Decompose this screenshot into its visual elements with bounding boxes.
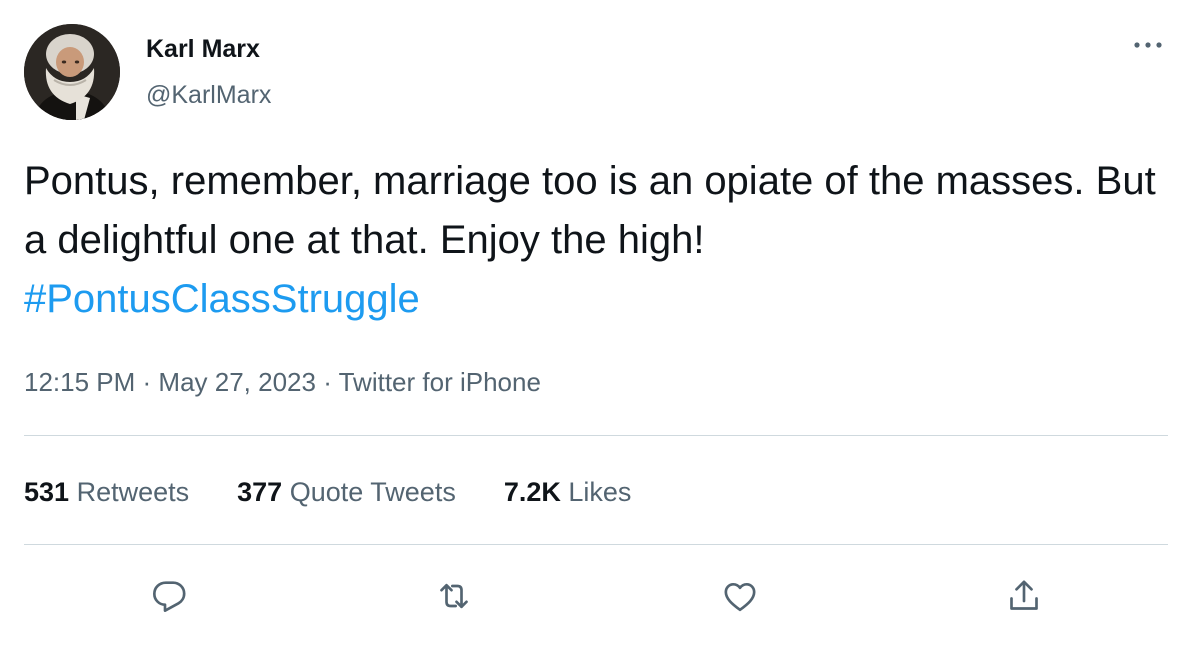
- tweet-card: Karl Marx @KarlMarx Pontus, remember, ma…: [0, 0, 1192, 668]
- likes-label: Likes: [568, 477, 632, 507]
- author-name[interactable]: Karl Marx: [146, 34, 260, 64]
- retweets-label: Retweets: [76, 477, 190, 507]
- more-options-button[interactable]: [1128, 30, 1168, 60]
- retweets-stat[interactable]: 531 Retweets: [24, 475, 189, 509]
- retweet-button[interactable]: [430, 572, 478, 620]
- tweet-source[interactable]: Twitter for iPhone: [339, 367, 541, 397]
- tweet-stats: 531 Retweets 377 Quote Tweets 7.2K Likes: [24, 475, 631, 509]
- heart-icon: [724, 583, 756, 612]
- retweets-count: 531: [24, 477, 70, 507]
- retweet-icon: [440, 583, 468, 609]
- share-button[interactable]: [1000, 572, 1048, 620]
- reply-button[interactable]: [146, 572, 194, 620]
- tweet-text: Pontus, remember, marriage too is an opi…: [24, 152, 1164, 329]
- tweet-meta: 12:15 PM · May 27, 2023 · Twitter for iP…: [24, 365, 541, 399]
- meta-separator: ·: [135, 367, 159, 397]
- quote-tweets-stat[interactable]: 377 Quote Tweets: [237, 475, 456, 509]
- quotes-count: 377: [237, 477, 283, 507]
- avatar[interactable]: [24, 24, 120, 120]
- hashtag-link[interactable]: #PontusClassStruggle: [24, 277, 420, 321]
- tweet-time[interactable]: 12:15 PM: [24, 367, 135, 397]
- more-horizontal-icon: [1134, 42, 1162, 48]
- tweet-date[interactable]: May 27, 2023: [158, 367, 316, 397]
- divider: [24, 435, 1168, 436]
- like-button[interactable]: [716, 572, 764, 620]
- likes-stat[interactable]: 7.2K Likes: [504, 475, 632, 509]
- meta-separator: ·: [315, 367, 339, 397]
- divider: [24, 544, 1168, 545]
- author-handle[interactable]: @KarlMarx: [146, 80, 271, 110]
- reply-icon: [153, 581, 186, 612]
- likes-count: 7.2K: [503, 477, 561, 507]
- tweet-body: Pontus, remember, marriage too is an opi…: [24, 159, 1156, 262]
- quotes-label: Quote Tweets: [289, 477, 456, 507]
- share-icon: [1010, 580, 1038, 610]
